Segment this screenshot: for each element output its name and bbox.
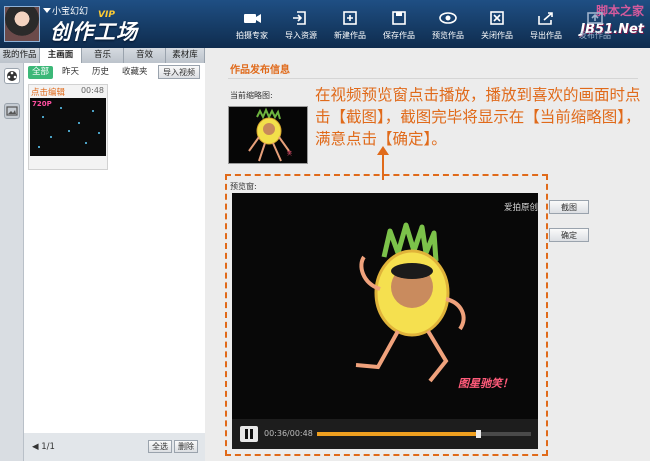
delete-button[interactable]: 删除 <box>174 440 198 453</box>
progress-handle[interactable] <box>475 430 481 438</box>
filter-history[interactable]: 历史 <box>88 66 113 79</box>
film-reel-icon[interactable] <box>4 68 20 84</box>
confirm-button[interactable]: 确定 <box>549 228 589 242</box>
video-preview[interactable]: 爱拍原创 图星驰笑！ <box>232 193 538 419</box>
side-icon-bar <box>0 63 24 461</box>
card-edit-label[interactable]: 点击编辑 <box>31 86 65 98</box>
video-caption: 图星驰笑！ <box>458 377 513 390</box>
import-icon <box>293 11 306 25</box>
tab-material-library[interactable]: 素材库 <box>166 48 205 63</box>
player-controls: 00:36/00:48 <box>232 419 538 449</box>
toolbar-button-camera[interactable]: 拍摄专家 <box>226 6 278 46</box>
toolbar-button-save[interactable]: 保存作品 <box>373 6 425 46</box>
pagination: ◀ 1/1 <box>32 442 55 452</box>
time-display: 00:36/00:48 <box>264 429 313 438</box>
toolbar-label: 预览作品 <box>432 31 464 40</box>
tab-my-works[interactable]: 我的作品 <box>0 48 40 63</box>
left-panel: 我的作品 主画面 音乐 音效 素材库 全部 昨天 历史 收藏夹 导入视频 点击编… <box>0 48 205 461</box>
top-header: 小宝幻幻 VIP 创作工场 脚本之家 JB51.Net 拍摄专家 导入资源 新建作品… <box>0 0 650 48</box>
preview-label: 预览窗: <box>230 182 257 191</box>
image-icon[interactable] <box>4 103 20 119</box>
filter-favorites[interactable]: 收藏夹 <box>118 66 152 79</box>
chevron-down-icon[interactable] <box>43 8 51 13</box>
toolbar-label: 导入资源 <box>285 31 317 40</box>
toolbar-button-close-doc[interactable]: 关闭作品 <box>471 6 523 46</box>
toolbar-label: 发布作品 <box>579 31 611 40</box>
import-video-button[interactable]: 导入视频 <box>158 65 200 79</box>
current-thumbnail: 笑 <box>228 106 308 164</box>
toolbar-button-new[interactable]: 新建作品 <box>324 6 376 46</box>
progress-fill <box>317 432 478 436</box>
camera-icon <box>244 14 261 23</box>
tab-music[interactable]: 音乐 <box>82 48 124 63</box>
instruction-callout: 在视频预览窗点击播放，播放到喜欢的画面时点击【截图】，截图完毕将显示在【当前缩略… <box>315 86 641 148</box>
publish-icon <box>587 12 603 24</box>
publish-panel: 作品发布信息 当前缩略图: 笑 在视频预览窗点击播放，播放到喜欢的画面时点击【截… <box>206 48 650 461</box>
filter-yesterday[interactable]: 昨天 <box>58 66 83 79</box>
eye-icon <box>439 12 457 24</box>
svg-text:笑: 笑 <box>287 150 292 157</box>
screenshot-button[interactable]: 截图 <box>549 200 589 214</box>
toolbar-button-import[interactable]: 导入资源 <box>275 6 327 46</box>
card-thumbnail[interactable]: 720P <box>30 98 106 156</box>
prev-page-icon[interactable]: ◀ <box>32 442 39 452</box>
toolbar-label: 关闭作品 <box>481 31 513 40</box>
divider <box>228 78 638 79</box>
toolbar-button-export[interactable]: 导出作品 <box>520 6 572 46</box>
card-duration: 00:48 <box>80 86 104 95</box>
save-icon <box>392 11 406 25</box>
page-indicator: 1/1 <box>41 442 55 452</box>
resource-list: 全部 昨天 历史 收藏夹 导入视频 点击编辑 00:48 720P <box>24 63 205 433</box>
toolbar-button-publish[interactable]: 发布作品 <box>569 6 621 46</box>
video-card[interactable]: 点击编辑 00:48 720P <box>28 84 108 170</box>
toolbar-button-eye[interactable]: 预览作品 <box>422 6 474 46</box>
toolbar-label: 导出作品 <box>530 31 562 40</box>
app-logo: 创作工场 <box>50 20 138 44</box>
new-icon <box>343 11 357 25</box>
hd-badge: 720P <box>32 100 52 108</box>
filter-all[interactable]: 全部 <box>28 66 54 79</box>
avatar[interactable] <box>4 6 40 42</box>
toolbar-label: 保存作品 <box>383 31 415 40</box>
pause-button[interactable] <box>240 426 258 442</box>
thumbnail-label: 当前缩略图: <box>230 91 273 100</box>
close-doc-icon <box>490 11 504 25</box>
pause-icon <box>245 429 253 439</box>
select-all-button[interactable]: 全选 <box>148 440 172 453</box>
tab-sound-effects[interactable]: 音效 <box>124 48 166 63</box>
tab-main-scene[interactable]: 主画面 <box>40 48 82 63</box>
export-icon <box>538 12 553 25</box>
toolbar-label: 新建作品 <box>334 31 366 40</box>
toolbar-label: 拍摄专家 <box>236 31 268 40</box>
list-footer: ◀ 1/1 全选 删除 <box>24 433 205 461</box>
section-title: 作品发布信息 <box>230 65 290 76</box>
